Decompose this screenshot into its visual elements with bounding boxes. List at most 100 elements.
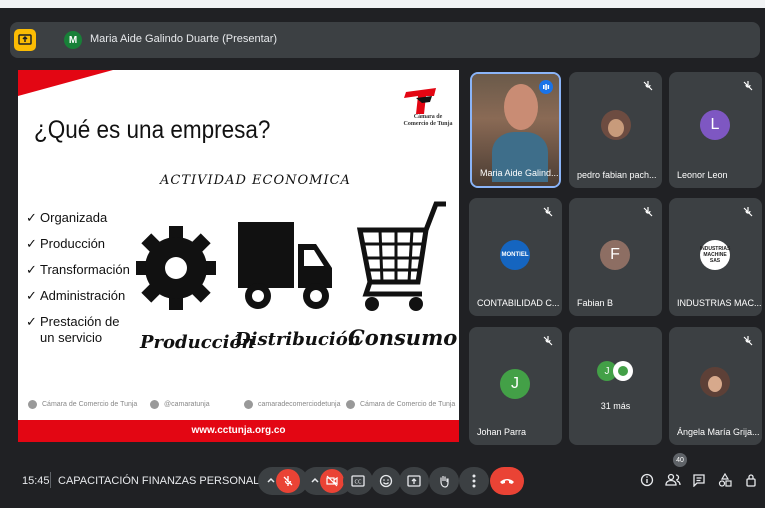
truck-icon — [238, 222, 332, 309]
youtube-icon — [244, 400, 253, 409]
participant-name: Leonor Leon — [677, 170, 728, 180]
participant-tile[interactable]: Ángela María Grija... — [669, 327, 762, 445]
facebook-icon — [28, 400, 37, 409]
linkedin-icon — [346, 400, 355, 409]
end-call-icon — [500, 479, 514, 484]
present-button[interactable] — [399, 467, 429, 495]
camera-off-icon[interactable] — [320, 469, 344, 493]
emoji-icon — [379, 474, 393, 488]
slide-corner-decoration — [18, 70, 113, 96]
more-options-icon — [472, 474, 476, 488]
participant-tile[interactable]: F Fabian B — [569, 198, 662, 316]
participant-avatar: J — [500, 369, 530, 399]
raise-hand-button[interactable] — [429, 467, 459, 495]
list-item: ✓ Transformación — [26, 262, 130, 277]
mic-control[interactable] — [258, 467, 308, 495]
facebook-link: Cámara de Comercio de Tunja — [28, 400, 137, 409]
present-icon — [407, 475, 421, 487]
gear-icon — [136, 226, 216, 310]
more-options-button[interactable] — [459, 467, 489, 495]
participant-name: Maria Aide Galind... — [480, 168, 559, 178]
captions-icon: CC — [351, 475, 365, 487]
bottom-control-bar: 15:45 CAPACITACIÓN FINANZAS PERSONALES Y… — [0, 453, 765, 508]
activities-icon — [718, 473, 732, 487]
participant-name: Ángela María Grija... — [677, 427, 760, 437]
caption-distribution: Distribución — [235, 329, 361, 350]
chevron-up-icon[interactable] — [310, 475, 320, 485]
present-to-all-icon[interactable] — [14, 29, 36, 51]
participant-avatar: L — [700, 110, 730, 140]
slide-subtitle: ACTIVIDAD ECONOMICA — [160, 173, 351, 188]
slide-footer-url: www.cctunja.org.co — [18, 420, 459, 442]
chat-button[interactable] — [689, 470, 709, 490]
presenter-label: Maria Aide Galindo Duarte (Presentar) — [90, 33, 278, 45]
company-logo: INDUSTRIAS MACHINE SAS — [700, 240, 730, 270]
participant-name: Fabian B — [577, 298, 614, 308]
shopping-cart-icon — [356, 201, 446, 311]
mic-off-icon — [643, 207, 653, 217]
mic-off-icon — [743, 81, 753, 91]
people-button[interactable] — [663, 470, 683, 490]
participant-tile[interactable]: pedro fabian pach... — [569, 72, 662, 188]
list-item: ✓ Producción — [26, 236, 106, 251]
speaker-face — [504, 84, 538, 130]
list-item: ✓ Organizada — [26, 210, 108, 225]
more-participants-tile[interactable]: J 31 más — [569, 327, 662, 445]
slide-social-row: Cámara de Comercio de Tunja @camaratunja… — [18, 398, 459, 412]
list-item: ✓ Prestación de — [26, 314, 120, 329]
people-icon — [665, 473, 681, 486]
participant-avatar: F — [600, 240, 630, 270]
captions-button[interactable]: CC — [343, 467, 373, 495]
participant-tile[interactable]: INDUSTRIAS MACHINE SAS INDUSTRIAS MAC... — [669, 198, 762, 316]
instagram-link: @camaratunja — [150, 400, 210, 409]
presenter-avatar: M — [64, 31, 82, 49]
mic-off-icon[interactable] — [276, 469, 300, 493]
youtube-link: camaradecomerciodetunja — [244, 400, 341, 409]
speaking-indicator-icon — [539, 80, 553, 94]
participant-tile[interactable]: L Leonor Leon — [669, 72, 762, 188]
participant-name: INDUSTRIAS MAC... — [677, 298, 762, 308]
chevron-up-icon[interactable] — [266, 475, 276, 485]
presenting-bar: M Maria Aide Galindo Duarte (Presentar) — [10, 22, 760, 58]
caption-consumption: Consumo — [348, 325, 458, 350]
participant-avatar-logo — [613, 361, 633, 381]
host-controls-button[interactable] — [741, 470, 761, 490]
mic-off-icon — [543, 336, 553, 346]
info-icon — [640, 473, 654, 487]
mic-off-icon — [743, 207, 753, 217]
svg-text:CC: CC — [355, 480, 362, 486]
chat-icon — [693, 474, 705, 487]
participant-photo — [601, 110, 631, 140]
activities-button[interactable] — [715, 470, 735, 490]
slide-list: ✓ Organizada ✓ Producción ✓ Transformación … — [26, 210, 130, 356]
meeting-time: 15:45 — [22, 475, 50, 487]
emoji-button[interactable] — [371, 467, 401, 495]
browser-strip — [0, 0, 765, 8]
raise-hand-icon — [440, 476, 449, 488]
participant-tile[interactable]: MONTIEL CONTABILIDAD C... — [469, 198, 562, 316]
divider — [50, 472, 51, 488]
participant-name: pedro fabian pach... — [577, 170, 657, 180]
participant-count-badge: 40 — [673, 453, 687, 467]
meet-window: M Maria Aide Galindo Duarte (Presentar) … — [0, 0, 765, 508]
participant-tile-speaker[interactable]: Maria Aide Galind... — [470, 72, 561, 188]
presented-slide: Cámara de Comercio de Tunja ¿Qué es una … — [18, 70, 459, 442]
leave-call-button[interactable] — [490, 467, 524, 495]
participant-tile[interactable]: J Johan Parra — [469, 327, 562, 445]
mic-off-icon — [543, 207, 553, 217]
slide-title: ¿Qué es una empresa? — [34, 116, 271, 144]
mic-off-icon — [643, 81, 653, 91]
mic-off-icon — [743, 336, 753, 346]
linkedin-link: Cámara de Comercio de Tunja — [346, 400, 455, 409]
chamber-logo-text: Cámara de Comercio de Tunja — [403, 114, 453, 127]
instagram-icon — [150, 400, 159, 409]
participant-photo — [700, 367, 730, 397]
company-logo: MONTIEL — [500, 240, 530, 270]
participant-name: CONTABILIDAD C... — [477, 298, 560, 308]
meeting-details-button[interactable] — [637, 470, 657, 490]
host-controls-icon — [746, 474, 756, 487]
list-item: ✓ Administración — [26, 288, 126, 303]
more-count-label: 31 más — [600, 401, 631, 411]
list-item: un servicio — [40, 330, 103, 345]
participant-name: Johan Parra — [477, 427, 527, 437]
